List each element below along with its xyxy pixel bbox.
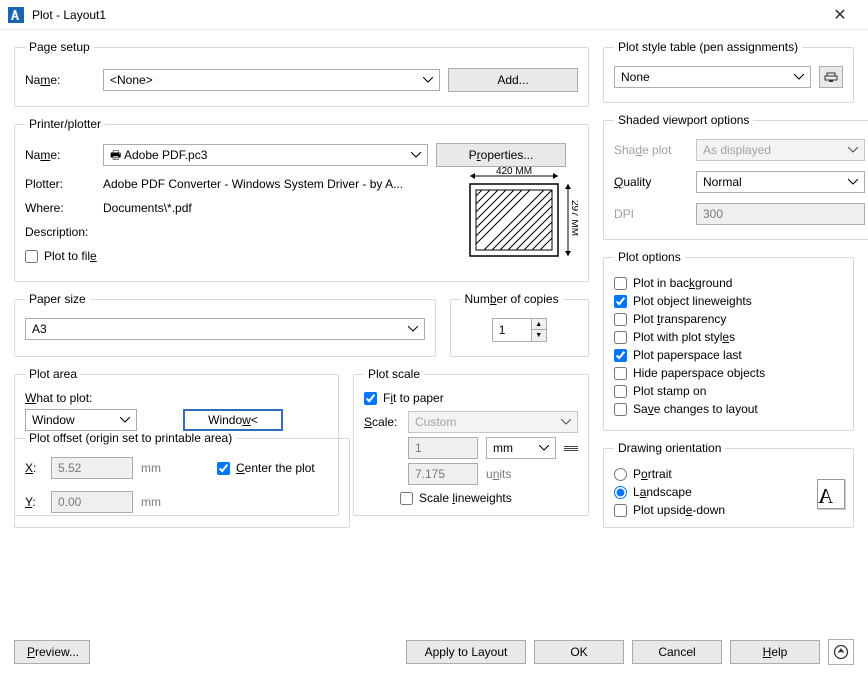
offset-x-unit: mm [141,461,171,475]
offset-y-label: Y: [25,495,43,509]
fit-to-paper-checkbox[interactable]: Fit to paper [364,391,578,405]
shade-plot-label: Shade plot [614,143,688,157]
plot-scale-legend: Plot scale [364,367,424,381]
quality-label: Quality [614,175,688,189]
opt-plotstyles-checkbox[interactable]: Plot with plot styles [614,330,843,344]
plot-style-select[interactable]: None [614,66,811,88]
svg-text:420 MM: 420 MM [495,166,531,177]
fit-to-paper-label: Fit to paper [383,391,444,405]
scale-lineweights-checkbox[interactable]: Scale lineweights [400,491,578,505]
preview-button[interactable]: Preview... [14,640,90,664]
copies-legend: Number of copies [461,292,563,306]
shaded-legend: Shaded viewport options [614,113,753,127]
description-label: Description: [25,225,95,239]
svg-text:297 MM: 297 MM [569,199,578,235]
printer-name-select[interactable]: 🖶 Adobe PDF.pc3 [103,144,428,166]
scale-select[interactable]: Custom [408,411,578,433]
what-to-plot-label: What to plot: [25,391,328,405]
scale-unit-select[interactable]: mm [486,437,556,459]
center-plot-label: Center the plot [236,461,315,475]
dpi-input[interactable] [696,203,865,225]
dpi-label: DPI [614,207,688,221]
orientation-legend: Drawing orientation [614,441,725,455]
pen-edit-icon[interactable] [819,66,843,88]
offset-y-unit: mm [141,495,171,509]
printer-name-label: Name: [25,148,95,162]
help-button[interactable]: Help [730,640,820,664]
printer-group: Printer/plotter Name: 🖶 Adobe PDF.pc3 Pr… [14,117,589,282]
center-plot-checkbox[interactable]: Center the plot [217,461,315,475]
plot-style-group: Plot style table (pen assignments) None [603,40,854,103]
paper-size-group: Paper size A3 [14,292,436,357]
scale-denominator-input[interactable] [408,463,478,485]
plot-scale-group: Plot scale Fit to paper Scale: Custom mm [353,367,589,516]
plot-offset-legend: Plot offset (origin set to printable are… [25,431,236,445]
plot-area-legend: Plot area [25,367,81,381]
opt-paperspace-last-checkbox[interactable]: Plot paperspace last [614,348,843,362]
cancel-button[interactable]: Cancel [632,640,722,664]
shaded-group: Shaded viewport options Shade plot As di… [603,113,868,240]
orientation-group: Drawing orientation Portrait Landscape P… [603,441,854,528]
plot-to-file-checkbox[interactable]: Plot to file [25,249,97,263]
plot-to-file-label: Plot to file [44,249,97,263]
shade-plot-select[interactable]: As displayed [696,139,865,161]
where-label: Where: [25,201,95,215]
add-button[interactable]: Add... [448,68,578,92]
printer-legend: Printer/plotter [25,117,105,131]
paper-size-legend: Paper size [25,292,90,306]
copies-group: Number of copies ▲ ▼ [450,292,590,357]
plotter-value: Adobe PDF Converter - Windows System Dri… [103,177,458,191]
opt-lineweights-checkbox[interactable]: Plot object lineweights [614,294,843,308]
plot-options-legend: Plot options [614,250,685,264]
ok-button[interactable]: OK [534,640,624,664]
offset-x-label: X: [25,461,43,475]
plot-options-group: Plot options Plot in background Plot obj… [603,250,854,431]
scale-label: Scale: [364,415,400,429]
window-pick-button[interactable]: Window< [183,409,283,431]
where-value: Documents\*.pdf [103,201,192,215]
page-setup-name-select[interactable]: <None> [103,69,440,91]
plot-style-legend: Plot style table (pen assignments) [614,40,802,54]
page-setup-group: Page setup Name: <None> Add... [14,40,589,107]
paper-size-select[interactable]: A3 [25,318,425,340]
paper-preview-icon: 420 MM 297 MM [463,160,578,275]
page-setup-name-label: Name: [25,73,95,87]
opt-transparency-checkbox[interactable]: Plot transparency [614,312,843,326]
opt-plot-stamp-checkbox[interactable]: Plot stamp on [614,384,843,398]
opt-hide-paperspace-checkbox[interactable]: Hide paperspace objects [614,366,843,380]
opt-save-changes-checkbox[interactable]: Save changes to layout [614,402,843,416]
scale-lineweights-label: Scale lineweights [419,491,512,505]
spinner-down-icon[interactable]: ▼ [532,330,546,341]
app-icon [8,7,24,23]
expand-arrow-icon[interactable] [828,639,854,665]
orientation-icon: A [817,479,845,509]
landscape-radio[interactable]: Landscape [614,485,843,499]
equals-icon [564,437,578,459]
quality-select[interactable]: Normal [696,171,865,193]
offset-y-input[interactable] [51,491,133,513]
what-to-plot-select[interactable]: Window [25,409,137,431]
apply-button[interactable]: Apply to Layout [406,640,526,664]
spinner-up-icon[interactable]: ▲ [532,319,546,330]
copies-spinner[interactable]: ▲ ▼ [492,318,547,342]
titlebar: Plot - Layout1 ✕ [0,0,868,30]
page-setup-legend: Page setup [25,40,94,54]
offset-x-input[interactable] [51,457,133,479]
copies-input[interactable] [493,319,531,341]
portrait-radio[interactable]: Portrait [614,467,843,481]
plotter-label: Plotter: [25,177,95,191]
opt-background-checkbox[interactable]: Plot in background [614,276,843,290]
scale-unit-label: units [486,467,511,481]
scale-numerator-input[interactable] [408,437,478,459]
upside-down-checkbox[interactable]: Plot upside-down [614,503,843,517]
close-icon[interactable]: ✕ [820,5,860,25]
window-title: Plot - Layout1 [32,8,106,22]
footer: Preview... Apply to Layout OK Cancel Hel… [14,639,854,665]
plot-offset-group: Plot offset (origin set to printable are… [14,431,350,528]
